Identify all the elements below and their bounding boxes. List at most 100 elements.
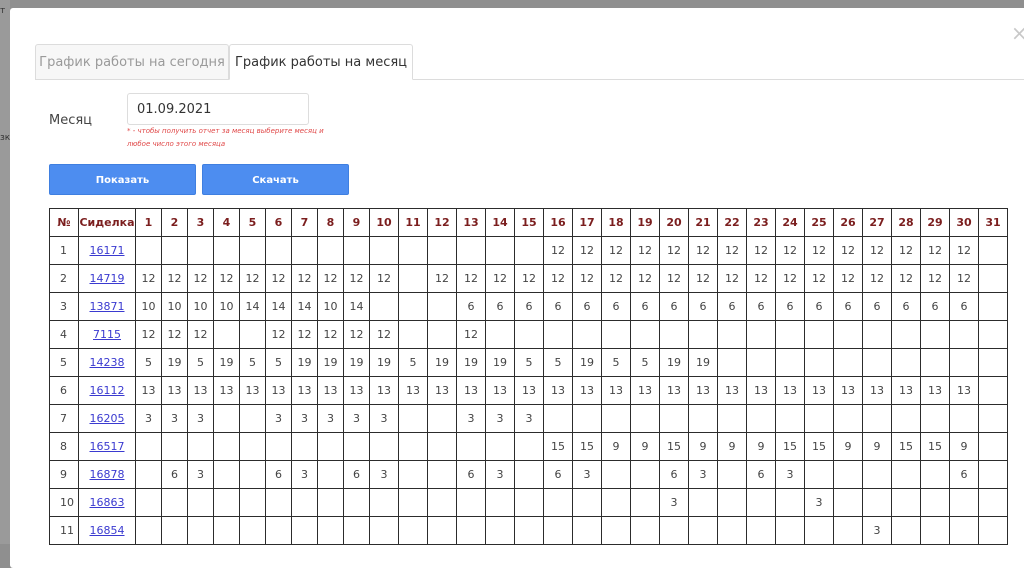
day-cell: [717, 404, 747, 433]
download-button[interactable]: Скачать: [202, 164, 349, 195]
nurse-link[interactable]: 13871: [90, 300, 125, 313]
tab-month-schedule[interactable]: График работы на месяц: [229, 44, 413, 80]
day-cell: 12: [949, 236, 979, 265]
column-header-day: 26: [833, 208, 863, 237]
day-cell: 6: [920, 292, 950, 321]
tab-today-schedule[interactable]: График работы на сегодня: [35, 44, 229, 79]
day-cell: [862, 348, 892, 377]
day-cell: 5: [543, 348, 573, 377]
day-cell: [135, 460, 162, 489]
table-row: 4 7115 12 12 12 12 12 12 12 12 12: [49, 320, 1008, 349]
day-cell: 12: [317, 264, 344, 293]
nurse-link[interactable]: 16205: [90, 412, 125, 425]
day-cell: 12: [775, 236, 805, 265]
day-cell: 6: [456, 292, 486, 321]
day-cell: 12: [343, 320, 370, 349]
day-cell: [265, 488, 292, 517]
table-row: 2 14719 12 12 12 12 12 12 12 12 12 12 12 12 12 12 12 12 12…: [49, 264, 1008, 293]
day-cell: 12: [543, 236, 573, 265]
day-cell: 6: [804, 292, 834, 321]
day-cell: [978, 348, 1008, 377]
day-cell: 12: [804, 264, 834, 293]
day-cell: [688, 320, 718, 349]
nurse-link[interactable]: 16854: [90, 524, 125, 537]
day-cell: 13: [187, 376, 214, 405]
column-header-day: 22: [717, 208, 747, 237]
month-hint-text: * - чтобы получить отчет за месяц выбери…: [127, 127, 324, 148]
row-number: 2: [49, 264, 79, 293]
nurse-link[interactable]: 16171: [90, 244, 125, 257]
day-cell: 6: [630, 292, 660, 321]
day-cell: 13: [239, 376, 266, 405]
day-cell: 3: [343, 404, 370, 433]
day-cell: 3: [265, 404, 292, 433]
day-cell: [601, 320, 631, 349]
day-cell: [659, 320, 689, 349]
column-header-day: 29: [920, 208, 950, 237]
day-cell: [572, 516, 602, 545]
close-icon[interactable]: ×: [1011, 23, 1024, 43]
day-cell: [978, 516, 1008, 545]
day-cell: [804, 460, 834, 489]
column-header-day: 21: [688, 208, 718, 237]
day-cell: 19: [369, 348, 399, 377]
day-cell: [833, 460, 863, 489]
day-cell: 12: [369, 320, 399, 349]
day-cell: 12: [717, 264, 747, 293]
month-date-input[interactable]: [127, 93, 309, 125]
day-cell: [978, 376, 1008, 405]
nurse-cell: 16878: [78, 460, 136, 489]
nurse-link[interactable]: 16517: [90, 440, 125, 453]
day-cell: 3: [572, 460, 602, 489]
day-cell: [317, 460, 344, 489]
day-cell: [427, 236, 457, 265]
day-cell: 13: [804, 376, 834, 405]
table-row: 6 16112 13 13 13 13 13 13 13 13 13 13 13 13 13 13 13 13 13…: [49, 376, 1008, 405]
day-cell: [239, 516, 266, 545]
day-cell: [833, 320, 863, 349]
day-cell: 3: [688, 460, 718, 489]
day-cell: [572, 488, 602, 517]
day-cell: 15: [891, 432, 921, 461]
day-cell: 3: [369, 460, 399, 489]
day-cell: [485, 516, 515, 545]
schedule-table: № Сиделка 1 2 3 4 5 6 7 8 9 10 11 12 13 14 15 16 17 18 19 2…: [49, 208, 1008, 545]
day-cell: [775, 516, 805, 545]
day-cell: 12: [291, 264, 318, 293]
nurse-link[interactable]: 16112: [90, 384, 125, 397]
show-button[interactable]: Показать: [49, 164, 196, 195]
day-cell: 13: [398, 376, 428, 405]
day-cell: 3: [369, 404, 399, 433]
nurse-link[interactable]: 7115: [93, 328, 121, 341]
table-row: 9 16878 6 3 6 3 6 3 6 3 6 3 6 3 6 3 6: [49, 460, 1008, 489]
day-cell: 6: [949, 460, 979, 489]
nurse-link[interactable]: 14238: [90, 356, 125, 369]
day-cell: [161, 516, 188, 545]
day-cell: 13: [717, 376, 747, 405]
day-cell: 3: [862, 516, 892, 545]
day-cell: 6: [862, 292, 892, 321]
day-cell: 3: [187, 460, 214, 489]
day-cell: 3: [187, 404, 214, 433]
day-cell: 13: [456, 376, 486, 405]
day-cell: [456, 236, 486, 265]
row-number: 7: [49, 404, 79, 433]
day-cell: 6: [343, 460, 370, 489]
day-cell: [775, 320, 805, 349]
day-cell: [213, 404, 240, 433]
day-cell: [920, 488, 950, 517]
day-cell: 13: [688, 376, 718, 405]
nurse-link[interactable]: 14719: [90, 272, 125, 285]
day-cell: 13: [601, 376, 631, 405]
day-cell: 13: [135, 376, 162, 405]
nurse-cell: 16171: [78, 236, 136, 265]
day-cell: [746, 516, 776, 545]
day-cell: 3: [456, 404, 486, 433]
day-cell: 5: [398, 348, 428, 377]
day-cell: [265, 236, 292, 265]
day-cell: [630, 516, 660, 545]
day-cell: [978, 264, 1008, 293]
nurse-link[interactable]: 16863: [90, 496, 125, 509]
nurse-link[interactable]: 16878: [90, 468, 125, 481]
nurse-cell: 16517: [78, 432, 136, 461]
